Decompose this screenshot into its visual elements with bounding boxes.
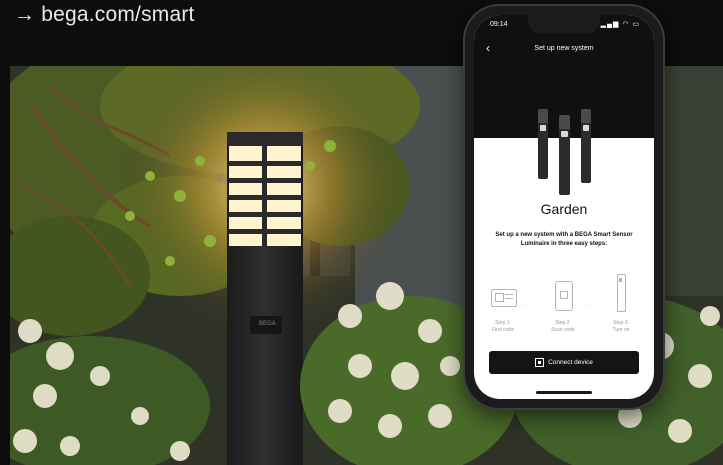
qr-code-icon — [535, 358, 545, 367]
bollard-product-left — [538, 109, 548, 179]
connect-device-label: Connect device — [548, 359, 593, 366]
step-dots-2: · · · — [580, 303, 590, 309]
status-icons: ▂▄▆ ◠ ▭ — [600, 21, 640, 28]
step-3-title: Step 3: — [613, 320, 629, 326]
step-1-text: Find code — [492, 327, 514, 333]
smartphone: 09:14 ▂▄▆ ◠ ▭ ‹ Set up new system Garden… — [465, 6, 663, 408]
home-indicator — [536, 391, 592, 394]
connect-device-button[interactable]: Connect device — [489, 351, 639, 374]
bollard-product-right — [581, 109, 591, 183]
phone-scan-icon — [555, 281, 573, 311]
phone-notch — [528, 15, 600, 33]
step-2-title: Step 2: — [555, 320, 571, 326]
bollard-badge-logo: BEGA — [259, 321, 276, 327]
step-dots-1: · · · — [522, 303, 532, 309]
code-card-icon — [491, 289, 517, 307]
setup-description-line-1: Set up a new system with a BEGA Smart Se… — [495, 232, 633, 238]
step-2-text: Scan code — [551, 327, 575, 333]
step-2-label: Step 2: Scan code — [538, 320, 588, 334]
bollard-product-center — [559, 115, 570, 195]
status-time: 09:14 — [490, 21, 508, 28]
step-3-label: Step 3: Turn on — [596, 320, 646, 334]
step-1-title: Step 1: — [495, 320, 511, 326]
setup-description-line-2: Luminaire in three easy steps: — [520, 241, 608, 247]
step-1-label: Step 1: Find code — [478, 320, 528, 334]
step-3-text: Turn on — [612, 327, 630, 333]
luminaire-icon — [617, 274, 626, 312]
setup-description: Set up a new system with a BEGA Smart Se… — [490, 231, 638, 249]
url-link[interactable]: → bega.com/smart — [14, 3, 195, 27]
system-name: Garden — [540, 201, 588, 217]
phone-screen: 09:14 ▂▄▆ ◠ ▭ ‹ Set up new system Garden… — [474, 15, 654, 399]
nav-title: Set up new system — [534, 45, 594, 52]
